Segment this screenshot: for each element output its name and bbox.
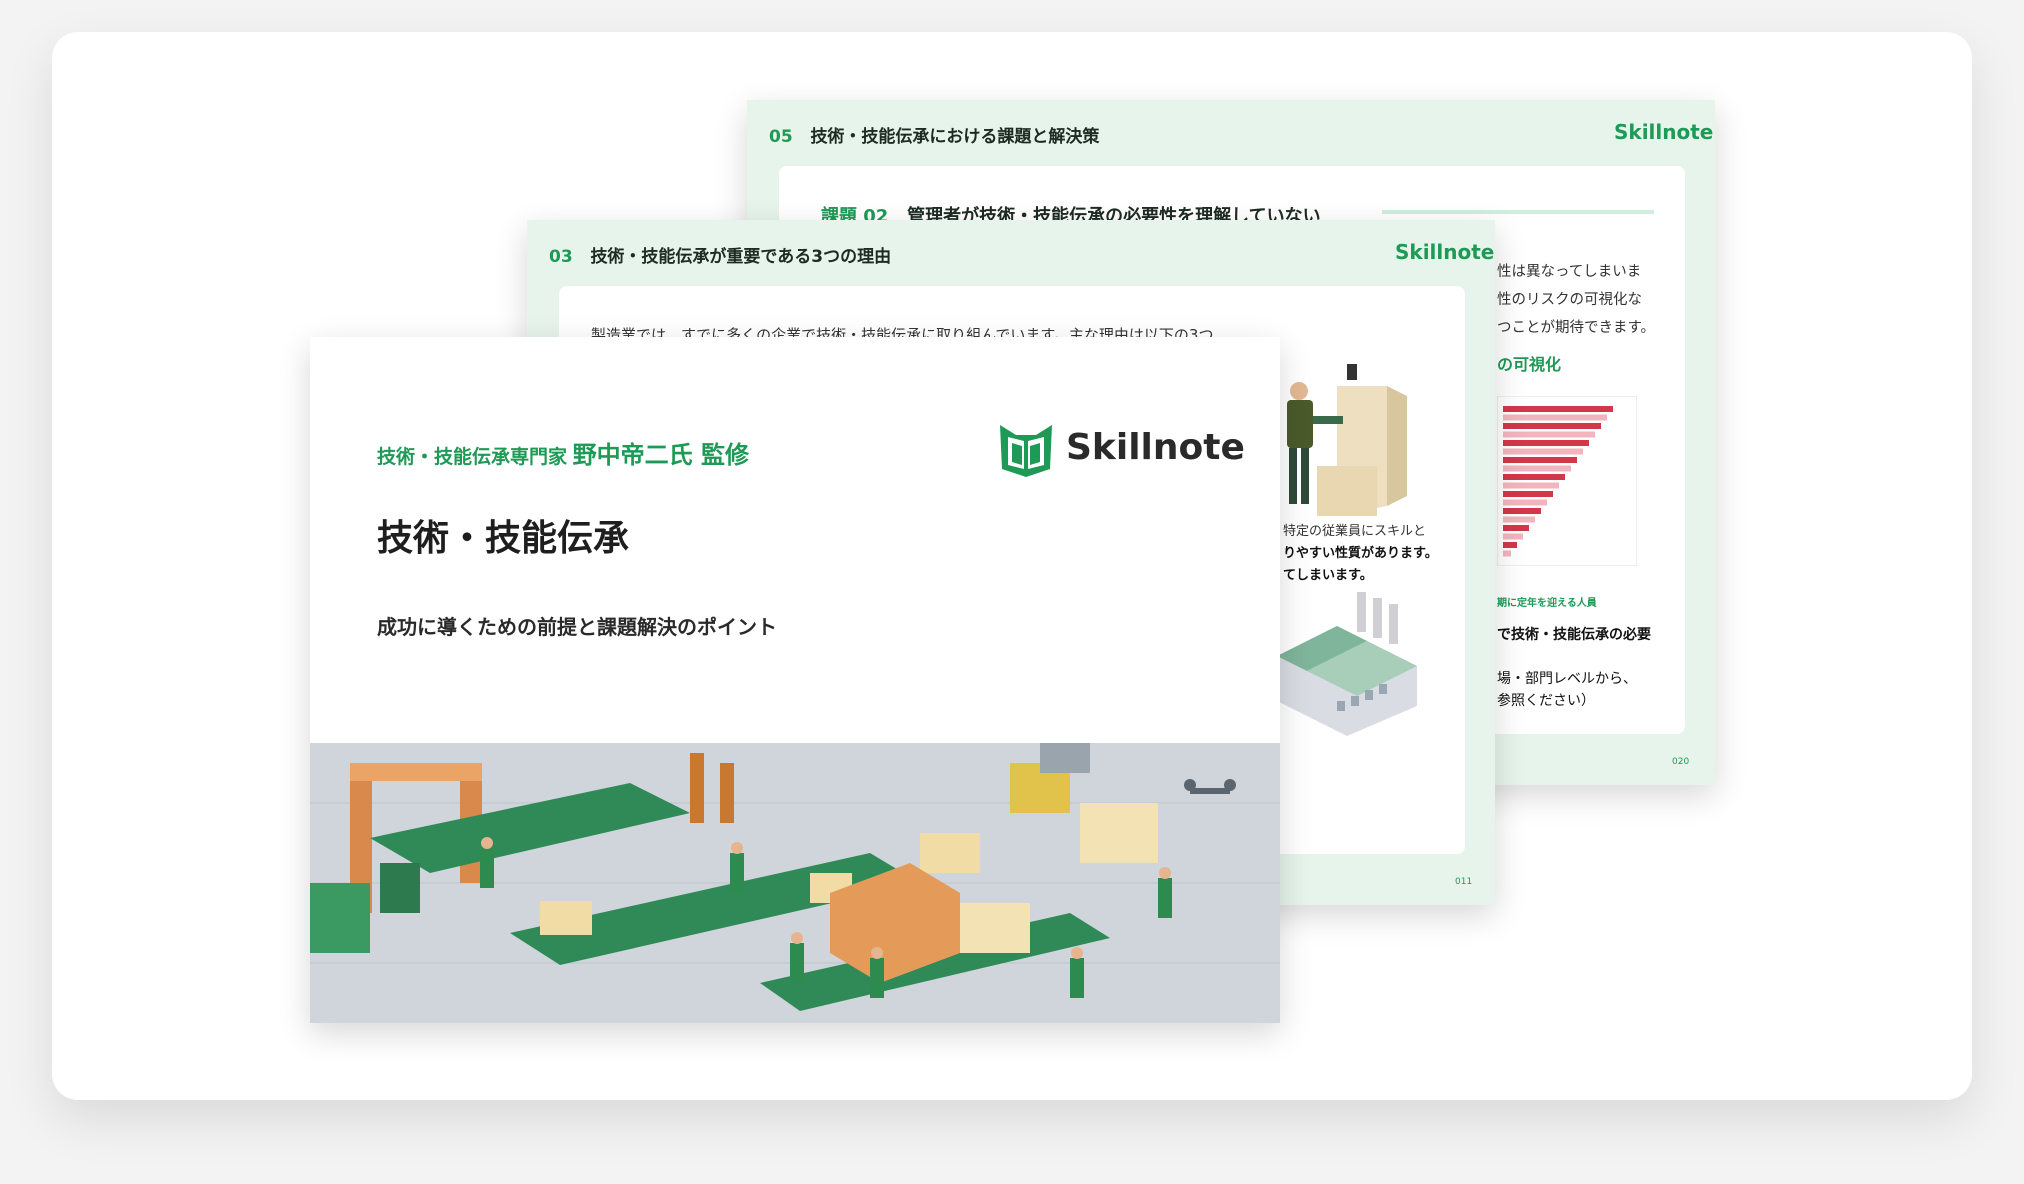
body-line-1: 性は異なってしまいま (1497, 264, 1642, 280)
section-number: 05 (769, 127, 793, 147)
cover-subtitle: 成功に導くための前提と課題解決のポイント (377, 615, 777, 639)
supervisor-line: 技術・技能伝承専門家 野中帝二氏 監修 (377, 435, 749, 470)
chart-bar (1503, 406, 1613, 412)
brand-name: Skillnote (1066, 427, 1245, 468)
chart-bar (1503, 542, 1517, 548)
factory-scene-illustration (310, 743, 1280, 1023)
chart-bar (1503, 474, 1565, 480)
page-number: 011 (1455, 877, 1473, 887)
body-line-2: りやすい性質があります。 (1283, 546, 1438, 561)
chart-bar (1503, 550, 1511, 557)
brand-logo-small: Skillnote (1395, 240, 1495, 264)
supervisor-name: 野中帝二氏 監修 (572, 441, 749, 469)
chart-bar (1503, 499, 1547, 506)
owl-book-logo-icon (1000, 425, 1052, 477)
body-line-1: 特定の従業員にスキルと (1283, 524, 1427, 539)
chart-bar (1503, 533, 1523, 540)
chart-bar (1503, 431, 1595, 438)
body-bold-line: で技術・技能伝承の必要 (1497, 627, 1651, 643)
chart-bar (1503, 465, 1571, 472)
chart-bar (1503, 457, 1577, 463)
chart-bar (1503, 491, 1553, 497)
bar-chart-figure (1497, 396, 1637, 566)
page-number: 020 (1672, 757, 1690, 767)
body-line-3: つことが期待できます。 (1497, 320, 1656, 336)
chart-bar (1503, 423, 1601, 429)
chart-bar (1503, 516, 1535, 523)
section-title: 技術・技能伝承が重要である3つの理由 (590, 247, 892, 267)
sub-heading: の可視化 (1497, 355, 1562, 374)
section-title: 技術・技能伝承における課題と解決策 (810, 127, 1100, 147)
supervisor-prefix: 技術・技能伝承専門家 (377, 446, 568, 468)
body-line-2: 性のリスクの可視化な (1497, 292, 1642, 308)
cover-title: 技術・技能伝承 (377, 518, 630, 559)
chart-bar (1503, 508, 1541, 514)
chart-bar (1503, 440, 1589, 446)
brand-logo-small: Skillnote (1614, 120, 1714, 144)
chart-bar (1503, 482, 1559, 489)
chart-bar (1503, 448, 1583, 455)
page-03-header: 03 技術・技能伝承が重要である3つの理由 (549, 242, 891, 267)
body-line-3: てしまいます。 (1283, 568, 1373, 583)
section-number: 03 (549, 247, 573, 267)
brand-logo: Skillnote (994, 419, 1245, 479)
chart-caption: 期に定年を迎える人員 (1497, 598, 1597, 609)
worker-illustration (1287, 364, 1407, 516)
body-line-5: 参照ください） (1497, 693, 1595, 709)
chart-bar (1503, 414, 1607, 421)
heading-rule (1382, 210, 1654, 214)
body-line-4: 場・部門レベルから、 (1497, 671, 1637, 687)
factory-illustration (1277, 592, 1417, 736)
chart-bar (1503, 525, 1529, 531)
page-05-header: 05 技術・技能伝承における課題と解決策 (769, 122, 1099, 147)
document-cover-page: 技術・技能伝承専門家 野中帝二氏 監修 Skillnote 技術・技能伝承 成功… (310, 337, 1280, 1023)
